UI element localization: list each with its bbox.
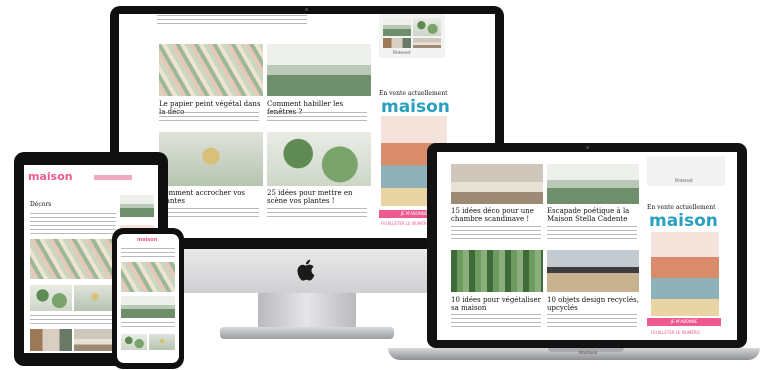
imac-camera	[305, 8, 308, 11]
imac-article-title-3[interactable]: Comment accrocher vos plantes	[159, 189, 263, 205]
imac-stand-neck	[258, 293, 356, 329]
macbook-thumb-grid: Pinterest	[647, 156, 725, 186]
imac-article-image-3[interactable]	[159, 132, 263, 186]
macbook-magazine-logo: maison	[649, 211, 718, 231]
ipad-search-bar[interactable]	[94, 175, 132, 180]
iphone-article-image-2[interactable]	[121, 296, 175, 318]
ipad-side-image[interactable]	[120, 195, 154, 217]
iphone-article-image-1[interactable]	[121, 262, 175, 292]
imac-top-text	[157, 15, 307, 27]
macbook-article-title-1[interactable]: 15 idées déco pour une chambre scandinav…	[451, 207, 545, 223]
macbook-article-image-2[interactable]	[547, 164, 639, 204]
iphone-article-image-4[interactable]	[149, 334, 175, 350]
imac-magazine-logo: maison	[381, 97, 450, 117]
macbook-screen: 15 idées déco pour une chambre scandinav…	[437, 152, 737, 340]
imac-sidebar-heading: En vente actuellement	[379, 90, 448, 97]
imac-partner-link[interactable]: Pinterest	[393, 50, 411, 55]
imac-article-excerpt-3	[159, 208, 259, 220]
macbook-article-title-3[interactable]: 10 idées pour végétaliser sa maison	[451, 296, 545, 312]
apple-logo-icon	[296, 258, 318, 284]
macbook-article-excerpt-4	[547, 314, 637, 328]
imac-article-excerpt-1	[159, 112, 259, 124]
macbook-browse-issue-link[interactable]: FEUILLETER LE NUMÉRO	[651, 330, 700, 335]
macbook-article-image-3[interactable]	[451, 250, 543, 292]
imac-article-image-4[interactable]	[267, 132, 371, 186]
ipad-article-image-4[interactable]	[30, 329, 72, 351]
ipad-section-title: Décors	[30, 201, 52, 208]
imac-article-excerpt-4	[267, 208, 367, 220]
ipad-article-image-5[interactable]	[74, 329, 116, 351]
macbook-article-excerpt-3	[451, 314, 541, 328]
macbook-article-excerpt-2	[547, 226, 637, 240]
macbook-article-image-4[interactable]	[547, 250, 639, 292]
macbook-article-image-1[interactable]	[451, 164, 543, 204]
macbook-sidebar-heading: En vente actuellement	[647, 204, 716, 211]
macbook-subscribe-button[interactable]: JE M'ABONNE	[647, 318, 721, 326]
imac-article-image-1[interactable]	[159, 44, 263, 96]
ipad-article-image-3[interactable]	[74, 285, 116, 311]
macbook-article-title-2[interactable]: Escapade poétique à la Maison Stella Cad…	[547, 207, 641, 223]
macbook-camera	[586, 146, 589, 149]
iphone-intro-text	[121, 248, 175, 258]
imac-article-image-2[interactable]	[267, 44, 371, 96]
imac-stand-base	[220, 327, 394, 339]
ipad-article-excerpt	[30, 315, 116, 325]
iphone-screen: maison	[117, 234, 179, 363]
macbook-label: MacBook	[578, 350, 598, 355]
iphone-article-image-3[interactable]	[121, 334, 147, 350]
iphone-site-logo[interactable]: maison	[137, 237, 157, 243]
macbook-partner-link[interactable]: Pinterest	[675, 178, 693, 183]
macbook-article-excerpt-1	[451, 226, 541, 240]
ipad-site-logo[interactable]: maison	[28, 171, 73, 183]
imac-browse-issue-link[interactable]: FEUILLETER LE NUMÉRO	[381, 221, 430, 226]
macbook-magazine-cover[interactable]	[651, 232, 719, 316]
imac-thumb-grid: Pinterest	[379, 14, 445, 58]
iphone-article-excerpt	[121, 322, 175, 330]
ipad-article-image-1[interactable]	[30, 239, 116, 279]
ipad-article-image-2[interactable]	[30, 285, 72, 311]
ipad-intro-text	[30, 213, 116, 235]
macbook-article-title-4[interactable]: 10 objets design recyclés, upcyclés	[547, 296, 641, 312]
imac-article-title-4[interactable]: 25 idées pour mettre en scène vos plante…	[267, 189, 371, 205]
imac-article-excerpt-2	[267, 112, 367, 124]
